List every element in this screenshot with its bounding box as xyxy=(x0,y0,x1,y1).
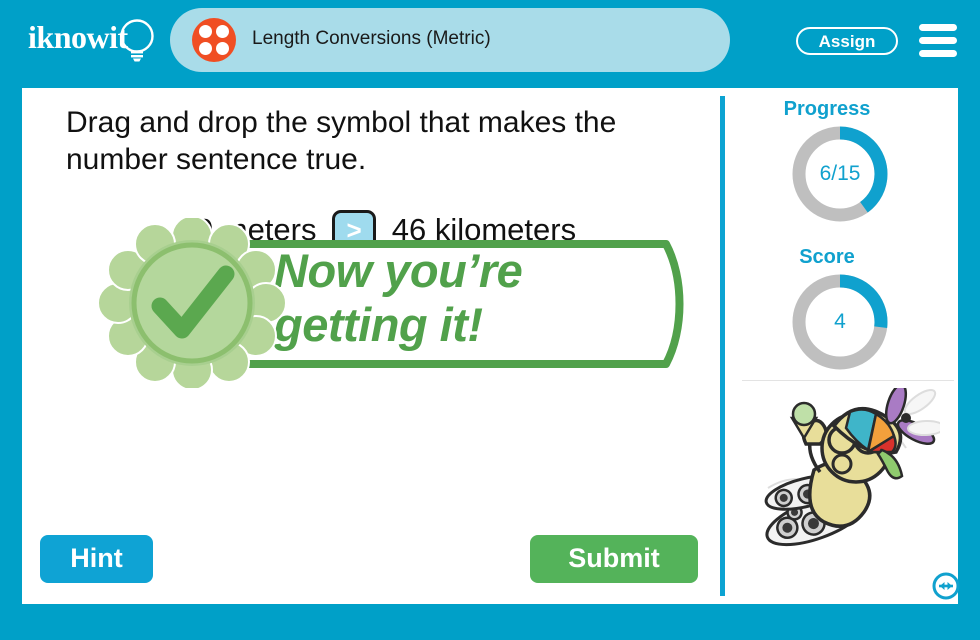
lesson-card: Drag and drop the symbol that makes the … xyxy=(22,88,960,604)
green-check-badge-icon xyxy=(97,218,287,388)
progress-value: 6/15 xyxy=(819,162,861,185)
score-value: 4 xyxy=(834,310,846,333)
dot-top-left xyxy=(199,25,212,38)
dot-bottom-right xyxy=(216,42,229,55)
hamburger-menu-icon[interactable] xyxy=(919,24,957,57)
score-label: Score xyxy=(799,246,855,268)
app-root: iknowit Length Conversions (Metric) Assi… xyxy=(0,0,980,640)
logo-wordmark: iknowit xyxy=(28,19,128,55)
sidebar-separator xyxy=(742,380,954,381)
score-donut: 4 xyxy=(790,272,890,372)
resize-horizontal-icon[interactable] xyxy=(932,572,960,600)
lesson-title: Length Conversions (Metric) xyxy=(252,28,491,49)
hint-button[interactable]: Hint xyxy=(40,535,153,583)
stats-sidebar: Progress 6/15 Score 4 xyxy=(728,88,960,604)
bee-with-propeller-hat-icon xyxy=(764,388,940,547)
question-area: Drag and drop the symbol that makes the … xyxy=(22,88,720,604)
lesson-title-bar: Length Conversions (Metric) xyxy=(170,8,730,72)
dot-bottom-left xyxy=(199,42,212,55)
app-header: iknowit Length Conversions (Metric) Assi… xyxy=(0,0,980,80)
question-prompt: Drag and drop the symbol that makes the … xyxy=(66,106,617,176)
assign-button[interactable]: Assign xyxy=(796,27,898,55)
menu-bar-3 xyxy=(919,50,957,57)
feedback-overlay: Now you’re getting it! xyxy=(94,218,694,388)
lightbulb-icon xyxy=(120,19,154,62)
menu-bar-1 xyxy=(919,24,957,31)
four-dots-icon xyxy=(192,18,236,62)
vertical-divider xyxy=(720,96,725,596)
feedback-message: Now you’re getting it! xyxy=(274,244,523,351)
submit-button[interactable]: Submit xyxy=(530,535,698,583)
dot-top-right xyxy=(216,25,229,38)
iknowit-logo[interactable]: iknowit xyxy=(26,13,168,69)
progress-donut: 6/15 xyxy=(790,124,890,224)
progress-label: Progress xyxy=(783,98,871,120)
menu-bar-2 xyxy=(919,37,957,44)
